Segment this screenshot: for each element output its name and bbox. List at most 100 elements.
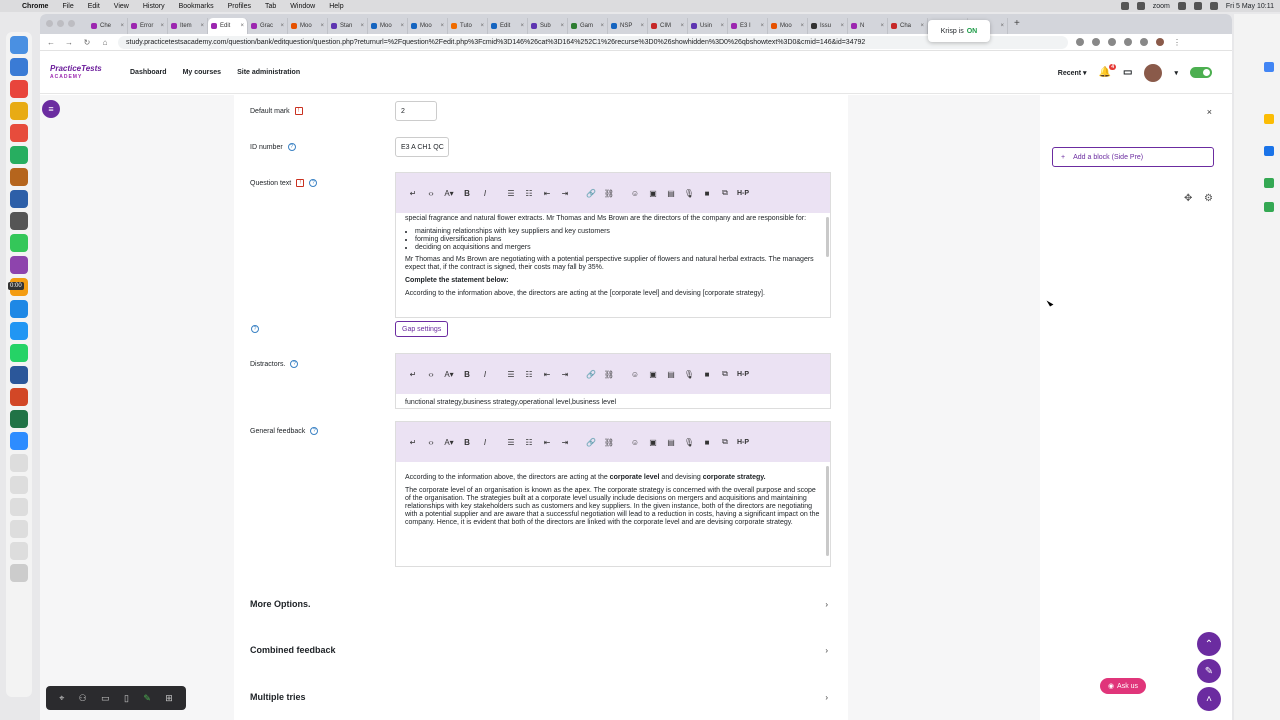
recent-dropdown[interactable]: Recent ▾ xyxy=(1058,69,1087,77)
cursor-tool-icon[interactable]: ⌖ xyxy=(59,693,64,704)
forward-icon[interactable]: → xyxy=(64,38,74,47)
browser-tab[interactable]: Moo × xyxy=(368,18,408,34)
close-drawer-icon[interactable]: × xyxy=(1207,107,1212,117)
link-icon[interactable]: 🔗 xyxy=(582,185,600,201)
close-tab-icon[interactable]: × xyxy=(640,23,644,29)
calendar-icon[interactable] xyxy=(10,124,28,142)
browser-tab[interactable]: Error × xyxy=(128,18,168,34)
h5p-icon[interactable]: H-P xyxy=(734,366,752,382)
close-tab-icon[interactable]: × xyxy=(920,23,924,29)
chevron-down-icon[interactable]: ▾ xyxy=(1174,69,1178,77)
link-icon[interactable]: 🔗 xyxy=(582,366,600,382)
section-more-options[interactable]: More Options. › xyxy=(250,599,828,609)
general-feedback-content[interactable]: According to the information above, the … xyxy=(396,462,830,566)
status-icon[interactable] xyxy=(1136,2,1145,10)
messages-icon[interactable] xyxy=(10,234,28,252)
chevron-right-icon[interactable]: › xyxy=(825,646,828,655)
site-logo[interactable]: PracticeTests ACADEMY xyxy=(50,64,102,81)
manage-files-icon[interactable]: ⧉ xyxy=(716,366,734,382)
search-icon[interactable] xyxy=(1209,2,1218,10)
help-icon[interactable]: ? xyxy=(309,179,318,187)
chrome-icon[interactable] xyxy=(10,102,28,120)
browser-tab[interactable]: CIM × xyxy=(648,18,688,34)
minimize-window-button[interactable] xyxy=(57,20,64,27)
numbered-list-icon[interactable]: ☷ xyxy=(520,434,538,450)
outdent-icon[interactable]: ⇤ xyxy=(538,434,556,450)
font-icon[interactable]: A▾ xyxy=(440,366,458,382)
battery-icon[interactable] xyxy=(1193,2,1202,10)
numbered-list-icon[interactable]: ☷ xyxy=(520,366,538,382)
url-field[interactable]: study.practicetestsacademy.com/question/… xyxy=(118,35,1068,49)
clock[interactable]: Fri 5 May 10:11 xyxy=(1226,3,1274,10)
menu-bookmarks[interactable]: Bookmarks xyxy=(179,3,214,10)
document-icon[interactable] xyxy=(10,454,28,472)
font-icon[interactable]: A▾ xyxy=(440,185,458,201)
image-icon[interactable]: ▣ xyxy=(644,366,662,382)
nav-site-administration[interactable]: Site administration xyxy=(237,69,300,76)
app-icon[interactable] xyxy=(1264,114,1274,124)
browser-tab[interactable]: Moo × xyxy=(288,18,328,34)
pen-icon[interactable]: ✎ xyxy=(143,693,151,704)
unlink-icon[interactable]: ⛓ xyxy=(600,185,618,201)
extension-icon[interactable] xyxy=(1076,38,1084,46)
messages-icon[interactable]: ▭ xyxy=(1123,67,1132,78)
numbered-list-icon[interactable]: ☷ xyxy=(520,185,538,201)
close-tab-icon[interactable]: × xyxy=(600,23,604,29)
app-icon[interactable] xyxy=(1264,178,1274,188)
app-icon[interactable] xyxy=(1264,62,1274,72)
back-icon[interactable]: ← xyxy=(46,38,56,47)
record-audio-icon[interactable]: 🎙 xyxy=(680,366,698,382)
grid-icon[interactable]: ⊞ xyxy=(165,693,173,704)
gear-icon[interactable]: ⚙ xyxy=(1204,193,1213,204)
close-tab-icon[interactable]: × xyxy=(1000,23,1004,29)
ask-us-button[interactable]: ◉ Ask us xyxy=(1100,678,1146,694)
emoji-icon[interactable]: ☺ xyxy=(626,434,644,450)
mail-icon[interactable] xyxy=(10,58,28,76)
browser-tab[interactable]: Grac × xyxy=(248,18,288,34)
zoom-icon[interactable] xyxy=(10,432,28,450)
menu-dots-icon[interactable]: ⋮ xyxy=(1172,38,1182,47)
maximize-window-button[interactable] xyxy=(68,20,75,27)
reload-icon[interactable]: ↻ xyxy=(82,38,92,47)
close-tab-icon[interactable]: × xyxy=(360,23,364,29)
krisp-indicator[interactable]: Krisp is ON xyxy=(928,20,990,42)
close-tab-icon[interactable]: × xyxy=(720,23,724,29)
manage-files-icon[interactable]: ⧉ xyxy=(716,185,734,201)
scrollbar[interactable] xyxy=(826,466,829,556)
media-icon[interactable]: ▤ xyxy=(662,434,680,450)
extension-icon[interactable] xyxy=(1140,38,1148,46)
font-icon[interactable]: A▾ xyxy=(440,434,458,450)
bullet-list-icon[interactable]: ☰ xyxy=(502,185,520,201)
browser-tab[interactable]: Tuto × xyxy=(448,18,488,34)
close-tab-icon[interactable]: × xyxy=(120,23,124,29)
close-tab-icon[interactable]: × xyxy=(840,23,844,29)
browser-tab[interactable]: Issu × xyxy=(808,18,848,34)
outdent-icon[interactable]: ⇤ xyxy=(538,185,556,201)
notes-icon[interactable] xyxy=(10,168,28,186)
menu-tab[interactable]: Tab xyxy=(265,3,276,10)
people-icon[interactable]: ⚇ xyxy=(79,693,87,704)
wifi-icon[interactable] xyxy=(1177,2,1186,10)
browser-tab[interactable]: Edit × xyxy=(208,18,248,34)
chevron-right-icon[interactable]: › xyxy=(825,693,828,702)
indent-icon[interactable]: ⇥ xyxy=(556,185,574,201)
distractors-content[interactable]: functional strategy,business strategy,op… xyxy=(396,394,830,409)
user-avatar[interactable] xyxy=(1144,63,1163,82)
browser-tab[interactable]: Moo × xyxy=(408,18,448,34)
italic-icon[interactable]: I xyxy=(476,434,494,450)
extension-icon[interactable] xyxy=(1092,38,1100,46)
word-icon[interactable] xyxy=(10,366,28,384)
record-video-icon[interactable]: ■ xyxy=(698,185,716,201)
browser-tab[interactable]: Edit × xyxy=(488,18,528,34)
browser-tab[interactable]: N × xyxy=(848,18,888,34)
close-tab-icon[interactable]: × xyxy=(400,23,404,29)
indent-icon[interactable]: ⇥ xyxy=(556,366,574,382)
close-tab-icon[interactable]: × xyxy=(280,23,284,29)
page-icon[interactable]: ▯ xyxy=(124,693,129,704)
frame-icon[interactable]: ▭ xyxy=(101,693,110,704)
course-index-drawer-button[interactable]: ≡ xyxy=(42,100,60,118)
close-tab-icon[interactable]: × xyxy=(440,23,444,29)
extension-icon[interactable] xyxy=(1124,38,1132,46)
image-icon[interactable]: ▣ xyxy=(644,185,662,201)
help-icon[interactable]: ? xyxy=(287,143,296,151)
